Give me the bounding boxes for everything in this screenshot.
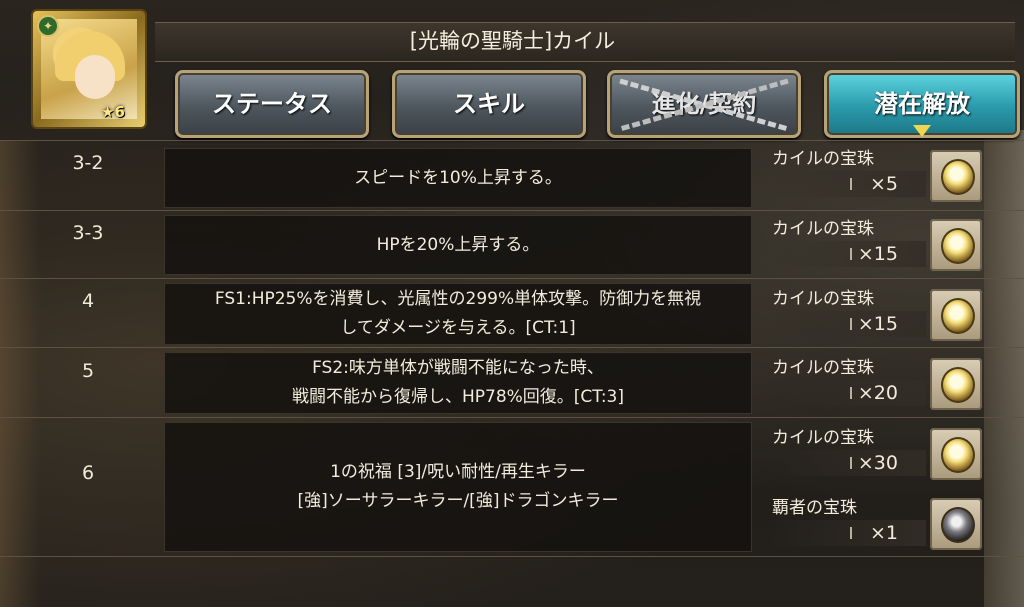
rank-value: 6 bbox=[114, 103, 125, 121]
qty-tick bbox=[850, 248, 852, 260]
tab-status[interactable]: ステータス bbox=[175, 70, 369, 138]
kyle-orb-icon[interactable] bbox=[930, 289, 982, 341]
tab-label: 進化/契約 bbox=[651, 90, 757, 118]
tab-label: スキル bbox=[453, 90, 525, 118]
material-name: カイルの宝珠 bbox=[772, 289, 874, 309]
tab-label: ステータス bbox=[212, 90, 332, 118]
description-line: FS2:味方単体が戦闘不能になった時、 bbox=[312, 358, 604, 378]
material-name: カイルの宝珠 bbox=[772, 428, 874, 448]
tab-potential-release[interactable]: 潜在解放 bbox=[824, 70, 1020, 138]
row-description: 1の祝福 [3]/呪い耐性/再生キラー [強]ソーサラーキラー/[強]ドラゴンキ… bbox=[164, 422, 752, 552]
row-level: 5 bbox=[81, 360, 95, 382]
material-qty: ×5 bbox=[768, 171, 926, 197]
row-level: 3-2 bbox=[72, 152, 104, 174]
description-line: [強]ソーサラーキラー/[強]ドラゴンキラー bbox=[297, 491, 619, 511]
active-tab-indicator-icon bbox=[913, 125, 931, 137]
material-qty-value: ×5 bbox=[869, 173, 898, 195]
material-qty-value: ×15 bbox=[857, 243, 898, 265]
row-description: FS2:味方単体が戦闘不能になった時、 戦闘不能から復帰し、HP78%回復。[C… bbox=[164, 352, 752, 414]
kyle-orb-icon[interactable] bbox=[930, 358, 982, 410]
divider bbox=[0, 556, 1024, 557]
divider bbox=[0, 278, 1024, 279]
description-line: 戦闘不能から復帰し、HP78%回復。[CT:3] bbox=[291, 387, 624, 407]
conqueror-orb-icon[interactable] bbox=[930, 498, 982, 550]
material-name: カイルの宝珠 bbox=[772, 358, 874, 378]
material-qty: ×15 bbox=[768, 311, 926, 337]
material-entry: カイルの宝珠 ×15 bbox=[768, 287, 926, 337]
row-description: スピードを10%上昇する。 bbox=[164, 148, 752, 208]
kyle-orb-icon[interactable] bbox=[930, 150, 982, 202]
tab-label: 潜在解放 bbox=[874, 90, 970, 118]
background-right-panel bbox=[984, 130, 1024, 607]
material-qty-value: ×15 bbox=[857, 313, 898, 335]
character-title: [光輪の聖騎士]カイル bbox=[409, 29, 616, 53]
character-avatar[interactable]: ✦ ★6 bbox=[33, 11, 145, 127]
description-line: HPを20%上昇する。 bbox=[376, 234, 540, 255]
portrait-face bbox=[75, 55, 115, 99]
kyle-orb-icon[interactable] bbox=[930, 219, 982, 271]
tab-evolution-contract[interactable]: 進化/契約 bbox=[607, 70, 801, 138]
divider bbox=[0, 210, 1024, 211]
row-level: 4 bbox=[81, 290, 95, 312]
orb-graphic bbox=[941, 437, 975, 473]
element-emblem-icon: ✦ bbox=[37, 15, 59, 37]
divider bbox=[0, 140, 1024, 141]
material-qty: ×30 bbox=[768, 450, 926, 476]
material-qty-value: ×20 bbox=[857, 382, 898, 404]
material-qty: ×1 bbox=[768, 520, 926, 546]
material-entry: カイルの宝珠 ×20 bbox=[768, 356, 926, 406]
tab-skill[interactable]: スキル bbox=[392, 70, 586, 138]
description-line: 1の祝福 [3]/呪い耐性/再生キラー bbox=[330, 462, 586, 482]
material-entry: カイルの宝珠 ×5 bbox=[768, 147, 926, 197]
orb-graphic bbox=[941, 298, 975, 334]
row-description: FS1:HP25%を消費し、光属性の299%単体攻撃。防御力を無視 してダメージ… bbox=[164, 283, 752, 345]
description-line: スピードを10%上昇する。 bbox=[354, 167, 562, 188]
material-entry: カイルの宝珠 ×30 bbox=[768, 426, 926, 476]
row-level: 6 bbox=[81, 462, 95, 484]
material-name: 覇者の宝珠 bbox=[772, 498, 857, 518]
description-line: FS1:HP25%を消費し、光属性の299%単体攻撃。防御力を無視 bbox=[214, 289, 702, 309]
orb-graphic bbox=[941, 159, 975, 195]
qty-tick bbox=[850, 178, 852, 190]
qty-tick bbox=[850, 387, 852, 399]
material-name: カイルの宝珠 bbox=[772, 149, 874, 169]
kyle-orb-icon[interactable] bbox=[930, 428, 982, 480]
row-description: HPを20%上昇する。 bbox=[164, 215, 752, 275]
material-entry: 覇者の宝珠 ×1 bbox=[768, 496, 926, 546]
orb-graphic bbox=[941, 228, 975, 264]
material-name: カイルの宝珠 bbox=[772, 219, 874, 239]
material-entry: カイルの宝珠 ×15 bbox=[768, 217, 926, 267]
qty-tick bbox=[850, 527, 852, 539]
material-qty: ×20 bbox=[768, 380, 926, 406]
row-level: 3-3 bbox=[72, 222, 104, 244]
divider bbox=[0, 347, 1024, 348]
material-qty-value: ×30 bbox=[857, 452, 898, 474]
qty-tick bbox=[850, 318, 852, 330]
orb-graphic bbox=[941, 507, 975, 543]
qty-tick bbox=[850, 457, 852, 469]
material-qty-value: ×1 bbox=[869, 522, 898, 544]
divider bbox=[0, 417, 1024, 418]
rank-badge: ★6 bbox=[101, 103, 125, 121]
orb-graphic bbox=[941, 367, 975, 403]
material-qty: ×15 bbox=[768, 241, 926, 267]
description-line: してダメージを与える。[CT:1] bbox=[340, 318, 576, 338]
